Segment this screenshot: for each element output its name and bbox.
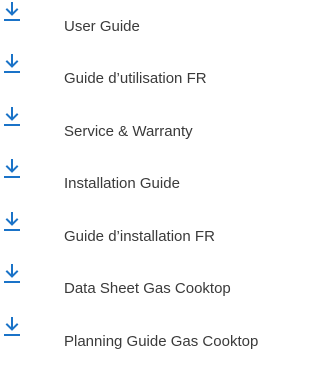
download-link-installation-guide[interactable]: Installation Guide xyxy=(0,159,330,199)
download-icon xyxy=(4,317,20,337)
download-link-user-guide[interactable]: User Guide xyxy=(0,2,330,42)
download-link-planning-guide[interactable]: Planning Guide Gas Cooktop xyxy=(0,317,330,357)
download-icon xyxy=(4,212,20,232)
download-label: Guide d’utilisation FR xyxy=(64,70,207,87)
download-icon xyxy=(4,2,20,22)
download-icon xyxy=(4,54,20,74)
download-icon xyxy=(4,264,20,284)
download-icon xyxy=(4,159,20,179)
download-label: Service & Warranty xyxy=(64,123,193,140)
download-link-service-warranty[interactable]: Service & Warranty xyxy=(0,107,330,147)
download-link-guide-utilisation-fr[interactable]: Guide d’utilisation FR xyxy=(0,54,330,94)
download-icon xyxy=(4,107,20,127)
download-link-data-sheet[interactable]: Data Sheet Gas Cooktop xyxy=(0,264,330,304)
download-label: Data Sheet Gas Cooktop xyxy=(64,280,231,297)
download-label: Installation Guide xyxy=(64,175,180,192)
download-label: User Guide xyxy=(64,18,140,35)
document-download-list: User Guide Guide d’utilisation FR Servic… xyxy=(0,0,330,378)
download-link-guide-installation-fr[interactable]: Guide d’installation FR xyxy=(0,212,330,252)
download-label: Guide d’installation FR xyxy=(64,228,215,245)
download-label: Planning Guide Gas Cooktop xyxy=(64,333,259,350)
